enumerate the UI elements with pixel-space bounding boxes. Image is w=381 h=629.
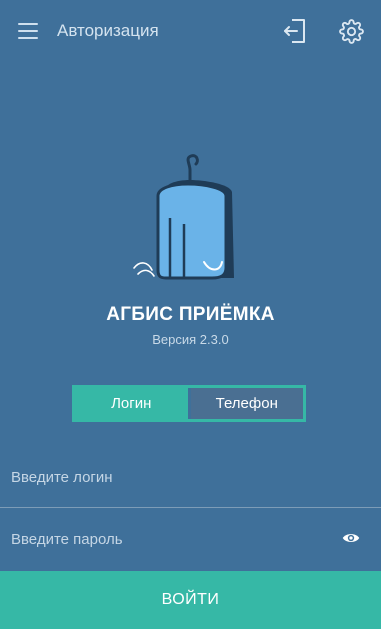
login-input[interactable]: [11, 465, 321, 489]
password-field-container: [0, 510, 381, 570]
hamburger-menu-icon[interactable]: [18, 21, 38, 41]
login-button[interactable]: ВОЙТИ: [0, 571, 381, 629]
tab-phone[interactable]: Телефон: [190, 388, 303, 419]
app-name: АГБИС ПРИЁМКА: [106, 304, 275, 325]
login-screen: Авторизация АГБИС ПРИЁМКА Версия 2.3.0 Л…: [0, 0, 381, 629]
auth-mode-toggle: Логин Телефон: [72, 385, 306, 422]
logout-icon[interactable]: [283, 18, 307, 44]
show-password-eye-icon[interactable]: [342, 531, 360, 545]
tab-login[interactable]: Логин: [75, 388, 188, 419]
app-version: Версия 2.3.0: [152, 332, 229, 347]
password-input[interactable]: [11, 527, 321, 551]
garment-on-hanger-logo: [133, 154, 234, 280]
login-field-container: [0, 448, 381, 508]
page-title: Авторизация: [57, 21, 159, 40]
app-bar: Авторизация: [0, 0, 381, 62]
gear-icon[interactable]: [339, 19, 364, 44]
